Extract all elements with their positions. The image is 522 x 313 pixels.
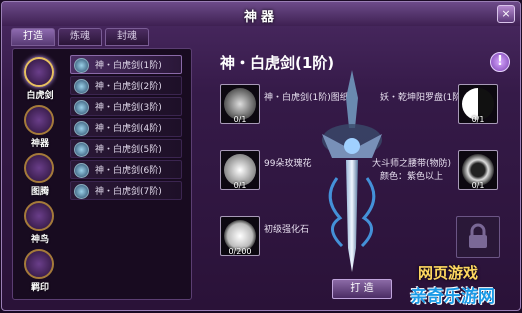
material-name: 大斗师之腰带(物防) bbox=[372, 159, 452, 169]
material-name: 妖・乾坤阳罗盘(1阶) bbox=[380, 93, 465, 103]
tab-bar: 打造 炼魂 封魂 bbox=[11, 28, 152, 46]
seal-icon bbox=[24, 249, 54, 279]
category-seal[interactable]: 羁印 bbox=[18, 249, 62, 293]
category-totem[interactable]: 图腾 bbox=[18, 153, 62, 197]
watermark-line-1: 网页游戏 bbox=[418, 264, 479, 282]
category-divine-bird[interactable]: 神鸟 bbox=[18, 201, 62, 245]
list-item[interactable]: 神・白虎剑(7阶) bbox=[70, 181, 182, 200]
category-label: 羁印 bbox=[30, 283, 49, 293]
gem-icon bbox=[74, 142, 89, 157]
category-white-tiger-sword[interactable]: 白虎剑 bbox=[18, 57, 62, 101]
divine-bird-icon bbox=[24, 201, 54, 231]
list-item[interactable]: 神・白虎剑(6阶) bbox=[70, 160, 182, 179]
material-name: 初级强化石 bbox=[264, 225, 310, 235]
locked-slot bbox=[456, 216, 500, 258]
totem-icon bbox=[24, 153, 54, 183]
artifact-icon bbox=[24, 105, 54, 135]
gem-icon bbox=[74, 58, 89, 73]
material-slot[interactable]: 0/1 bbox=[458, 84, 498, 124]
list-item[interactable]: 神・白虎剑(4阶) bbox=[70, 118, 182, 137]
category-label: 神器 bbox=[30, 139, 49, 149]
list-item[interactable]: 神・白虎剑(3阶) bbox=[70, 97, 182, 116]
tab-forge[interactable]: 打造 bbox=[11, 28, 55, 46]
material-slot[interactable]: 0/1 bbox=[458, 150, 498, 190]
title-bar[interactable]: 神器 × bbox=[2, 2, 520, 26]
artifact-window: 神器 × 打造 炼魂 封魂 白虎剑 神器 图腾 神鸟 羁印 神・白虎剑(1阶) bbox=[1, 1, 521, 311]
material-slot[interactable]: 0/1 bbox=[220, 84, 260, 124]
material-name: 99朵玫瑰花 bbox=[264, 159, 312, 169]
category-artifact[interactable]: 神器 bbox=[18, 105, 62, 149]
close-button[interactable]: × bbox=[497, 5, 515, 23]
material-slot[interactable]: 0/1 bbox=[220, 150, 260, 190]
list-item[interactable]: 神・白虎剑(1阶) bbox=[70, 55, 182, 74]
category-label: 白虎剑 bbox=[26, 91, 54, 101]
recipe-list: 神・白虎剑(1阶) 神・白虎剑(2阶) 神・白虎剑(3阶) 神・白虎剑(4阶) … bbox=[70, 55, 182, 202]
gem-icon bbox=[74, 79, 89, 94]
gem-icon bbox=[74, 184, 89, 199]
category-label: 神鸟 bbox=[30, 235, 49, 245]
forge-button[interactable]: 打 造 bbox=[332, 279, 392, 299]
material-requirement: 颜色：紫色以上 bbox=[380, 172, 444, 182]
info-icon[interactable]: ! bbox=[490, 52, 510, 72]
gem-icon bbox=[74, 100, 89, 115]
list-item[interactable]: 神・白虎剑(2阶) bbox=[70, 76, 182, 95]
white-tiger-sword-icon bbox=[24, 57, 54, 87]
tab-seal-soul[interactable]: 封魂 bbox=[105, 28, 149, 46]
gem-icon bbox=[74, 163, 89, 178]
window-title: 神器 bbox=[243, 10, 278, 25]
watermark: 网页游戏 亲奇乐游网 bbox=[404, 262, 514, 307]
tab-refine-soul[interactable]: 炼魂 bbox=[58, 28, 102, 46]
gem-icon bbox=[74, 121, 89, 136]
recipe-panel: 白虎剑 神器 图腾 神鸟 羁印 神・白虎剑(1阶) 神・白虎剑(2阶) 神・白虎… bbox=[12, 48, 192, 300]
lock-icon bbox=[469, 223, 487, 248]
watermark-line-2: 亲奇乐游网 bbox=[410, 287, 495, 307]
list-item[interactable]: 神・白虎剑(5阶) bbox=[70, 139, 182, 158]
category-label: 图腾 bbox=[30, 187, 49, 197]
material-slot[interactable]: 0/200 bbox=[220, 216, 260, 256]
